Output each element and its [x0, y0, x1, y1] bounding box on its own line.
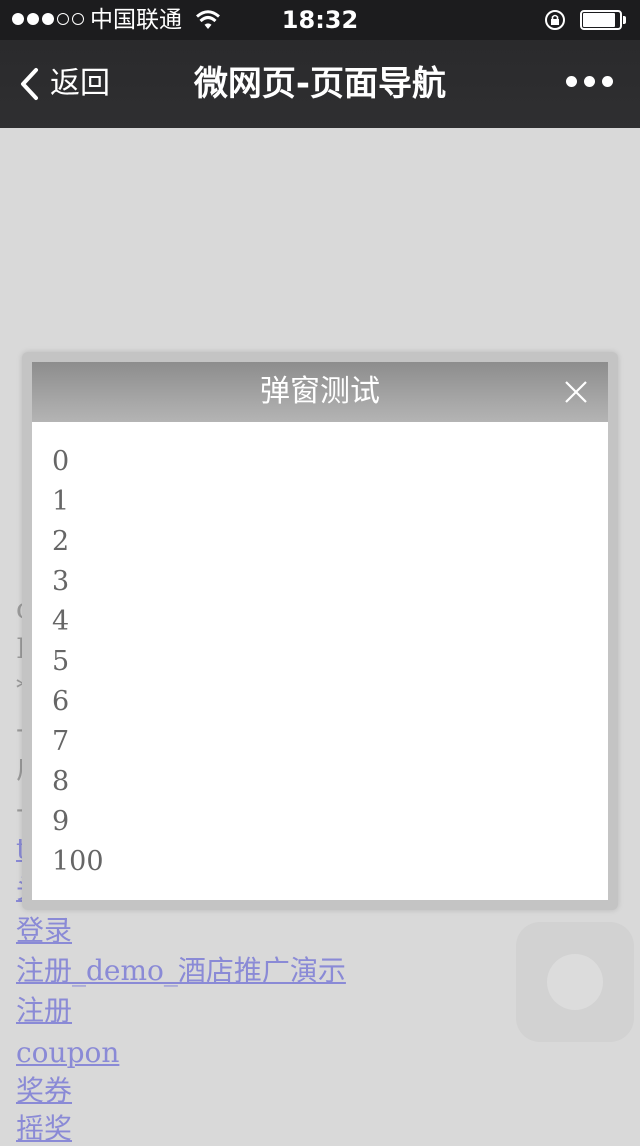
list-item: 2 [52, 526, 70, 557]
close-icon[interactable] [564, 380, 588, 404]
rotation-lock-icon [545, 10, 565, 30]
assistive-touch-icon [547, 954, 603, 1010]
list-item: 100 [52, 846, 104, 877]
popup-dialog: 弹窗测试 0 1 2 3 4 5 6 7 8 9 100 [22, 352, 618, 910]
dialog-body: 0 1 2 3 4 5 6 7 8 9 100 [32, 422, 608, 900]
lottery-link[interactable]: 摇奖 [16, 1112, 72, 1146]
list-item: 7 [52, 726, 70, 757]
assistive-touch-button[interactable] [516, 922, 634, 1042]
list-item: 6 [52, 686, 70, 717]
list-item: 1 [52, 486, 70, 517]
battery-icon [580, 10, 626, 30]
voucher-link[interactable]: 奖券 [16, 1074, 72, 1108]
navigation-bar: 返回 微网页-页面导航 [0, 40, 640, 128]
register-link[interactable]: 注册 [16, 994, 72, 1028]
status-bar: 中国联通 18:32 [0, 0, 640, 40]
list-item: 5 [52, 646, 70, 677]
list-item: 4 [52, 606, 70, 637]
dialog-header: 弹窗测试 [32, 362, 608, 422]
list-item: 9 [52, 806, 70, 837]
register-demo-hotel-link[interactable]: 注册_demo_酒店推广演示 [16, 954, 346, 988]
login-link[interactable]: 登录 [16, 914, 72, 948]
list-item: 8 [52, 766, 70, 797]
page-title: 微网页-页面导航 [193, 64, 447, 104]
more-dot-icon [584, 76, 595, 87]
more-options-button[interactable] [566, 76, 613, 87]
list-item: 3 [52, 566, 70, 597]
coupon-link[interactable]: coupon [16, 1036, 119, 1070]
dialog-title: 弹窗测试 [260, 374, 380, 409]
more-dot-icon [602, 76, 613, 87]
list-item: 0 [52, 446, 70, 477]
more-dot-icon [566, 76, 577, 87]
number-list: 0 1 2 3 4 5 6 7 8 9 100 [52, 442, 104, 882]
